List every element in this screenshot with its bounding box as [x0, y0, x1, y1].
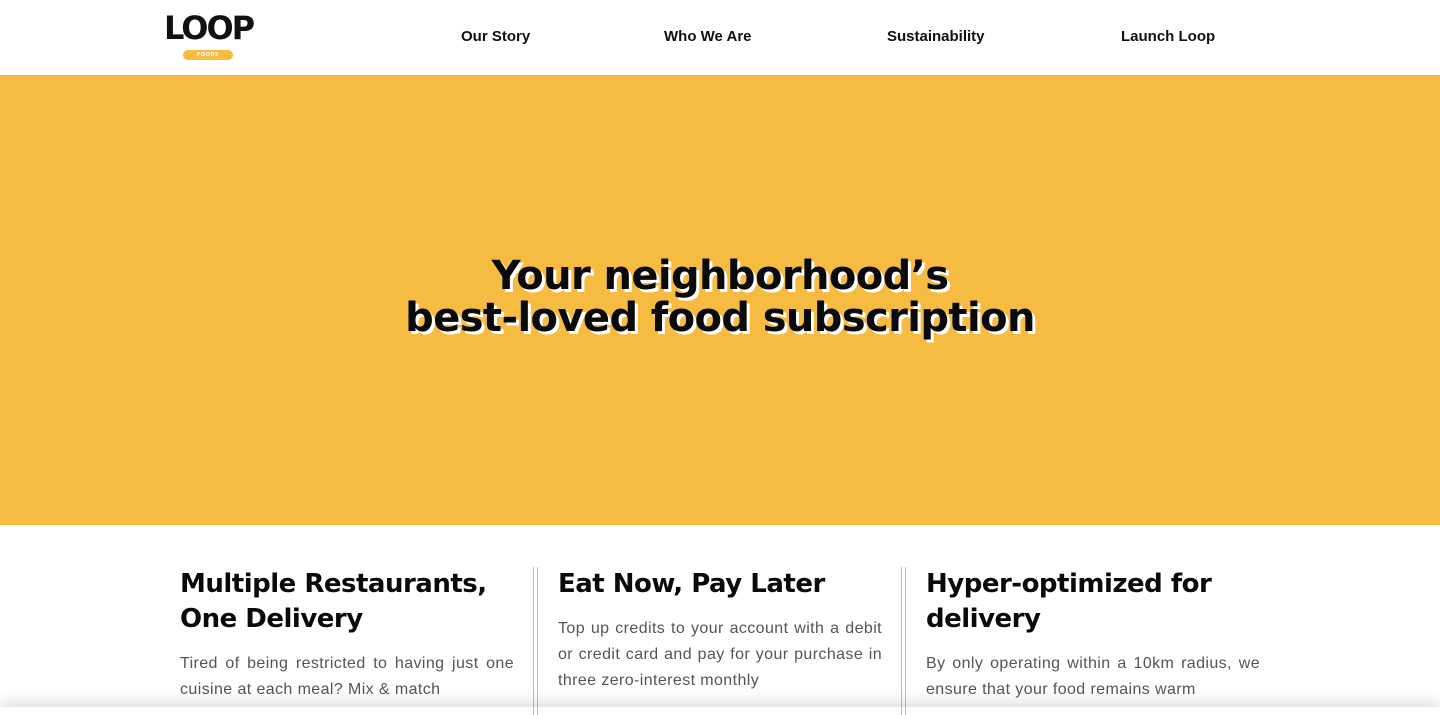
- features-section: Multiple Restaurants, One Delivery Tired…: [0, 525, 1440, 715]
- hero-title-line-2: best-loved food subscription: [405, 295, 1035, 341]
- hero-title-line-1: Your neighborhood’s: [491, 253, 949, 299]
- feature-description: Tired of being restricted to having just…: [180, 655, 514, 698]
- loop-foods-logo[interactable]: LOOP FOODS: [164, 12, 258, 62]
- feature-title: Eat Now, Pay Later: [558, 569, 825, 599]
- nav-our-story[interactable]: Our Story: [461, 28, 530, 45]
- logo-foods-badge: FOODS: [183, 50, 233, 60]
- bottom-shadow: [0, 707, 1440, 715]
- feature-hyper-optimized: Hyper-optimized for delivery By only ope…: [926, 567, 1260, 703]
- feature-title: Multiple Restaurants, One Delivery: [180, 569, 487, 634]
- nav-sustainability[interactable]: Sustainability: [887, 28, 985, 45]
- feature-multiple-restaurants: Multiple Restaurants, One Delivery Tired…: [180, 567, 514, 703]
- nav-who-we-are[interactable]: Who We Are: [664, 28, 752, 45]
- feature-title: Hyper-optimized for delivery: [926, 569, 1212, 634]
- feature-divider: [533, 567, 538, 715]
- feature-eat-now-pay-later: Eat Now, Pay Later Top up credits to you…: [558, 567, 882, 694]
- feature-description: Top up credits to your account with a de…: [558, 620, 882, 689]
- feature-description: By only operating within a 10km radius, …: [926, 655, 1260, 698]
- top-navigation: LOOP FOODS Our Story Who We Are Sustaina…: [0, 0, 1440, 75]
- hero-banner: Your neighborhood’s best-loved food subs…: [0, 75, 1440, 525]
- hero-title: Your neighborhood’s best-loved food subs…: [0, 255, 1440, 339]
- logo-wordmark: LOOP: [164, 9, 255, 47]
- feature-divider: [901, 567, 906, 715]
- nav-launch-loop[interactable]: Launch Loop: [1121, 28, 1215, 45]
